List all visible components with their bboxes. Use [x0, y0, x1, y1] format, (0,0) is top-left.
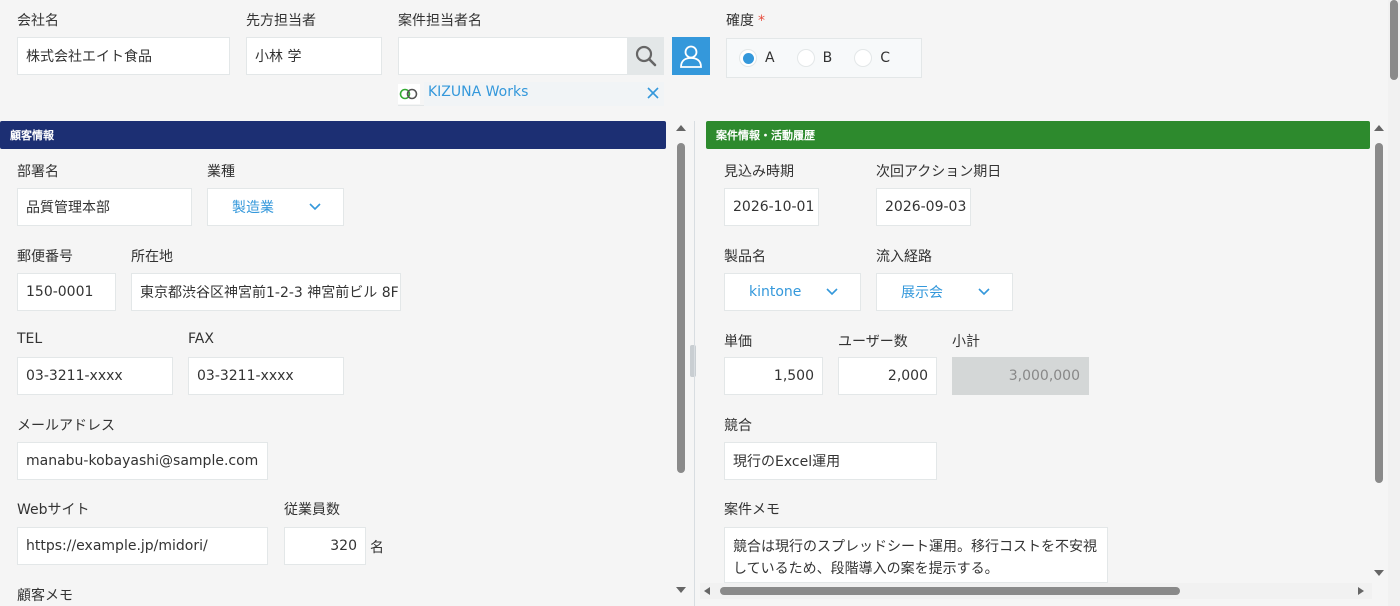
subtotal-label: 小計: [952, 334, 980, 350]
price-label: 単価: [724, 334, 752, 350]
scroll-down-icon[interactable]: [675, 585, 687, 595]
user-icon: [680, 45, 702, 68]
certainty-option-b[interactable]: B: [796, 49, 832, 67]
contact-field[interactable]: 小林 学: [246, 37, 382, 75]
owner-tag: KIZUNA Works: [398, 82, 664, 106]
employees-unit: 名: [370, 540, 384, 556]
kizuna-logo-icon: [398, 84, 420, 104]
deal-section-title: 案件情報・活動履歴: [706, 121, 1370, 149]
search-icon: [635, 45, 657, 67]
horizontal-scrollbar[interactable]: [700, 583, 1372, 599]
owner-input[interactable]: [398, 37, 628, 75]
left-panel-scrollbar[interactable]: [675, 121, 687, 606]
panel-resize-handle[interactable]: [690, 345, 696, 377]
close-icon[interactable]: [646, 86, 660, 100]
industry-label: 業種: [207, 164, 235, 180]
owner-search-button[interactable]: [628, 37, 664, 75]
source-label: 流入経路: [876, 249, 932, 265]
scroll-up-icon[interactable]: [1373, 123, 1385, 133]
fax-field[interactable]: 03-3211-xxxx: [188, 357, 344, 395]
address-field[interactable]: 東京都渋谷区神宮前1-2-3 神宮前ビル 8F: [131, 273, 401, 311]
competitor-label: 競合: [724, 418, 752, 434]
scroll-down-icon[interactable]: [1373, 568, 1385, 578]
customer-memo-label: 顧客メモ: [17, 588, 73, 604]
deal-memo-textarea[interactable]: 競合は現行のスプレッドシート運用。移行コストを不安視しているため、段階導入の案を…: [724, 527, 1108, 583]
next-action-date-field[interactable]: 2026-09-03: [876, 188, 971, 226]
product-value: kintone: [749, 284, 802, 300]
owner-label: 案件担当者名: [398, 13, 482, 29]
certainty-label: 確度 *: [726, 13, 765, 29]
address-label: 所在地: [131, 249, 173, 265]
radio-icon: [854, 49, 873, 67]
horizontal-scroll-thumb[interactable]: [720, 587, 1180, 595]
chevron-down-icon: [309, 203, 321, 211]
product-label: 製品名: [724, 249, 766, 265]
panel-divider: [694, 121, 695, 606]
users-label: ユーザー数: [838, 334, 908, 350]
dept-field[interactable]: 品質管理本部: [17, 188, 192, 226]
contact-label: 先方担当者: [246, 13, 316, 29]
tel-label: TEL: [17, 331, 43, 347]
employees-label: 従業員数: [284, 502, 340, 518]
customer-section-title: 顧客情報: [0, 121, 666, 149]
radio-icon: [796, 49, 815, 67]
scroll-right-icon[interactable]: [1356, 586, 1366, 596]
next-action-label: 次回アクション期日: [876, 164, 1002, 180]
industry-value: 製造業: [232, 200, 274, 216]
email-label: メールアドレス: [17, 418, 115, 434]
chevron-down-icon: [826, 288, 838, 296]
fax-label: FAX: [188, 331, 214, 347]
web-label: Webサイト: [17, 502, 90, 518]
competitor-field[interactable]: 現行のExcel運用: [724, 442, 937, 480]
required-mark: *: [758, 13, 765, 29]
users-field[interactable]: 2,000: [838, 357, 937, 395]
industry-select[interactable]: 製造業: [207, 188, 344, 226]
certainty-option-c[interactable]: C: [854, 49, 890, 67]
dept-label: 部署名: [17, 164, 59, 180]
owner-select-user-button[interactable]: [672, 37, 710, 75]
website-field[interactable]: https://example.jp/midori/: [17, 527, 268, 565]
deal-memo-label: 案件メモ: [724, 502, 780, 518]
expected-label: 見込み時期: [724, 164, 794, 180]
employees-field[interactable]: 320: [284, 527, 366, 565]
right-panel-scrollbar[interactable]: [1373, 121, 1385, 581]
scroll-up-icon[interactable]: [675, 123, 687, 133]
radio-selected-icon: [739, 49, 757, 67]
tel-field[interactable]: 03-3211-xxxx: [17, 357, 173, 395]
source-value: 展示会: [901, 285, 943, 301]
certainty-option-a[interactable]: A: [739, 49, 775, 67]
company-label: 会社名: [17, 13, 59, 29]
zip-field[interactable]: 150-0001: [17, 273, 116, 311]
chevron-down-icon: [978, 288, 990, 296]
product-select[interactable]: kintone: [724, 273, 861, 311]
expected-date-field[interactable]: 2026-10-01: [724, 188, 819, 226]
price-field[interactable]: 1,500: [724, 357, 823, 395]
zip-label: 郵便番号: [17, 249, 73, 265]
email-field[interactable]: manabu-kobayashi@sample.com: [17, 442, 268, 480]
owner-tag-label: KIZUNA Works: [428, 84, 529, 100]
page-scrollbar[interactable]: [1388, 0, 1400, 606]
company-field[interactable]: 株式会社エイト食品: [17, 37, 230, 75]
source-select[interactable]: 展示会: [876, 273, 1013, 311]
certainty-radio-group: A B C: [726, 38, 922, 78]
subtotal-field: 3,000,000: [952, 357, 1089, 395]
scroll-left-icon[interactable]: [702, 586, 712, 596]
